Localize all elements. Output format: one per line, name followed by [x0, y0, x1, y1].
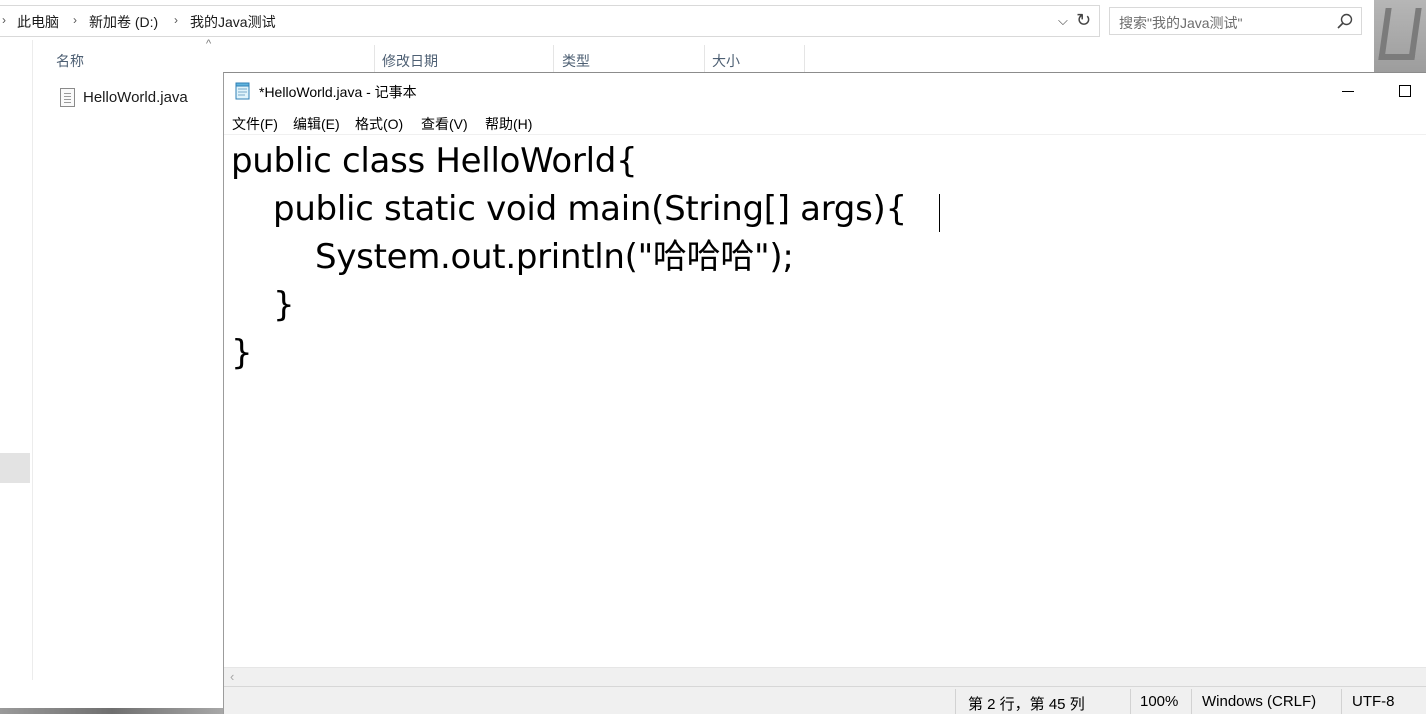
file-name: HelloWorld.java	[83, 89, 188, 106]
column-header-name[interactable]: 名称	[56, 51, 84, 71]
text-editor-area[interactable]: public class HelloWorld{ public static v…	[224, 135, 1426, 667]
menu-help[interactable]: 帮助(H)	[485, 114, 532, 134]
search-input[interactable]: 搜索"我的Java测试"	[1109, 7, 1362, 35]
notepad-window: *HelloWorld.java - 记事本 文件(F) 编辑(E) 格式(O)…	[223, 72, 1426, 714]
code-line: public class HelloWorld{	[231, 141, 638, 181]
encoding: UTF-8	[1352, 693, 1395, 710]
line-ending: Windows (CRLF)	[1202, 693, 1317, 710]
scroll-left-icon[interactable]: ‹	[230, 669, 234, 684]
menu-file[interactable]: 文件(F)	[232, 114, 278, 134]
code-line: }	[231, 285, 295, 325]
search-placeholder: 搜索"我的Java测试"	[1119, 15, 1243, 31]
breadcrumb-drive-d[interactable]: 新加卷 (D:)	[89, 12, 158, 32]
taskbar-fragment	[0, 708, 224, 714]
menu-format[interactable]: 格式(O)	[355, 114, 403, 134]
horizontal-scrollbar[interactable]: ‹	[224, 667, 1426, 686]
breadcrumb-this-pc[interactable]: 此电脑	[17, 12, 59, 32]
breadcrumb-folder[interactable]: 我的Java测试	[190, 12, 276, 32]
window-title: *HelloWorld.java - 记事本	[259, 84, 417, 100]
cursor-position: 第 2 行，第 45 列	[968, 696, 1085, 713]
code-line: public static void main(String[] args){	[231, 189, 907, 229]
column-header-size[interactable]: 大小	[712, 51, 740, 71]
text-caret	[939, 194, 940, 232]
chevron-right-icon[interactable]: ›	[174, 13, 178, 27]
address-bar[interactable]: › 此电脑 › 新加卷 (D:) › 我的Java测试 ⌵ ↻	[0, 5, 1100, 37]
chevron-right-icon[interactable]: ›	[73, 13, 77, 27]
sort-ascending-icon: ^	[206, 38, 212, 50]
zoom-level: 100%	[1140, 693, 1179, 710]
maximize-button[interactable]	[1381, 73, 1426, 109]
navigation-pane-divider	[32, 40, 33, 680]
text-file-icon	[60, 88, 75, 107]
maximize-icon	[1399, 85, 1411, 97]
search-icon[interactable]	[1336, 12, 1354, 30]
chevron-right-icon: ›	[2, 13, 6, 27]
menu-bar: 文件(F) 编辑(E) 格式(O) 查看(V) 帮助(H)	[224, 111, 1426, 135]
code-line: System.out.println("哈哈哈");	[231, 237, 794, 277]
status-bar: 第 2 行，第 45 列 100% Windows (CRLF) UTF-8	[224, 686, 1426, 714]
title-bar[interactable]: *HelloWorld.java - 记事本	[224, 73, 1426, 109]
refresh-icon[interactable]: ↻	[1076, 10, 1091, 31]
minimize-button[interactable]	[1325, 73, 1371, 109]
code-line: }	[231, 333, 253, 373]
desktop-wallpaper-fragment	[1374, 0, 1426, 72]
navigation-pane-selection[interactable]	[0, 453, 30, 483]
menu-view[interactable]: 查看(V)	[421, 114, 468, 134]
minimize-icon	[1342, 91, 1354, 92]
chevron-down-icon[interactable]: ⌵	[1058, 13, 1068, 29]
column-header-date-modified[interactable]: 修改日期	[382, 51, 438, 71]
notepad-app-icon	[235, 82, 250, 100]
column-header-type[interactable]: 类型	[562, 51, 590, 71]
menu-edit[interactable]: 编辑(E)	[293, 114, 340, 134]
